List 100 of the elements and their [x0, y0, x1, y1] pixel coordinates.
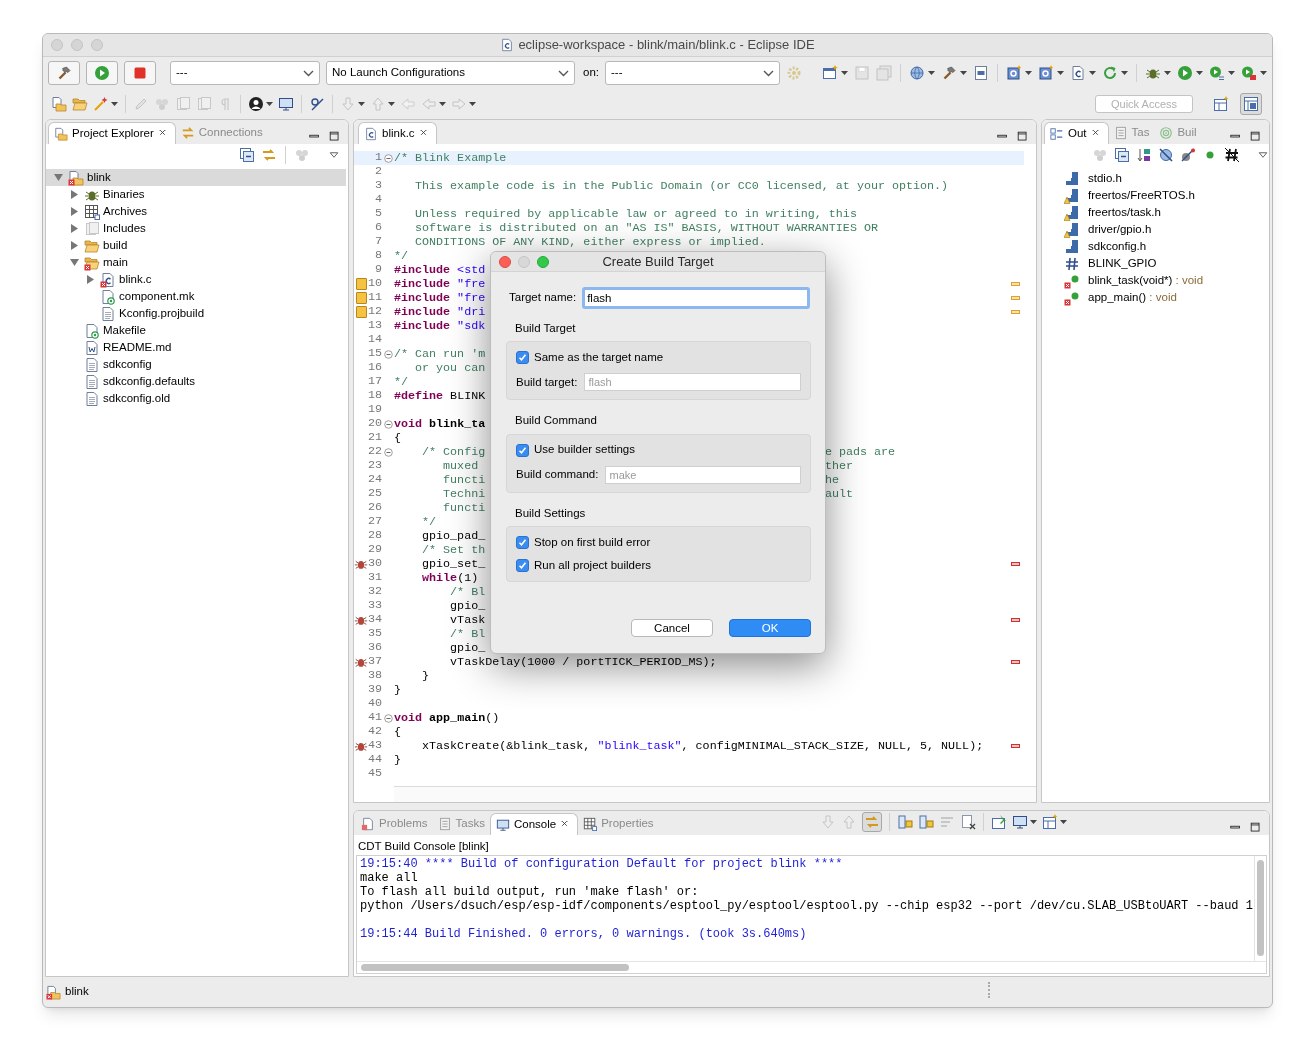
expander-icon[interactable] [54, 173, 63, 182]
tree-item[interactable]: Makefile [46, 322, 346, 339]
user-icon[interactable] [248, 96, 264, 112]
stop-button[interactable] [124, 61, 156, 85]
close-button[interactable] [499, 256, 511, 268]
checkbox[interactable] [516, 558, 529, 572]
clear-console-icon[interactable] [960, 814, 977, 830]
caret-icon[interactable] [388, 101, 395, 107]
build-button[interactable] [48, 61, 80, 85]
fold-icon[interactable] [383, 447, 393, 457]
caret-icon[interactable] [1025, 70, 1032, 76]
outline-item[interactable]: driver/gpio.h [1088, 220, 1152, 239]
scrollbar[interactable] [357, 961, 1266, 973]
collapse-all-icon[interactable] [239, 147, 255, 163]
outline-item[interactable]: freertos/task.h [1088, 203, 1161, 222]
caret-icon[interactable] [1057, 70, 1064, 76]
overview-marker[interactable] [1010, 282, 1020, 286]
checkbox[interactable] [516, 351, 529, 365]
caret-icon[interactable] [1121, 70, 1128, 76]
caret-icon[interactable] [111, 101, 118, 107]
new-console-icon[interactable] [1042, 814, 1059, 830]
hash-icon[interactable] [1224, 147, 1240, 163]
caret-icon[interactable] [841, 70, 848, 76]
tab[interactable]: Project Explorer [48, 122, 176, 144]
new-item-icon[interactable] [1006, 65, 1022, 81]
overview-marker[interactable] [1010, 660, 1020, 664]
chevron-icon[interactable] [763, 69, 774, 77]
maximize-icon[interactable] [1249, 821, 1263, 835]
tree-item[interactable]: main [46, 254, 346, 271]
fold-icon[interactable] [383, 419, 393, 429]
scroll-lock-icon[interactable] [897, 814, 914, 830]
tree-item[interactable]: Kconfig.projbuild [46, 305, 346, 322]
outline-item[interactable]: app_main() : void [1088, 288, 1177, 307]
outline-item[interactable]: blink_task(void*) : void [1088, 271, 1204, 290]
run-button[interactable] [86, 61, 118, 85]
fold-icon[interactable] [383, 713, 393, 723]
maximize-icon[interactable] [1016, 130, 1030, 144]
tree-item[interactable]: README.md [46, 339, 346, 356]
expander-icon[interactable] [70, 207, 79, 216]
tree-item[interactable]: Archives [46, 203, 346, 220]
maximize-icon[interactable] [1249, 130, 1263, 144]
tree-item[interactable]: blink [46, 169, 346, 186]
nodes-icon[interactable] [154, 96, 170, 112]
input-field[interactable]: flash [582, 287, 811, 309]
caret-icon[interactable] [1260, 70, 1267, 76]
file-icon[interactable] [973, 65, 989, 81]
new-window-icon[interactable] [822, 65, 838, 81]
expander-icon[interactable] [70, 224, 79, 233]
tab[interactable]: Out [1044, 122, 1109, 144]
dropdown[interactable]: --- [170, 61, 320, 85]
expander-icon[interactable] [70, 190, 79, 199]
caret-icon[interactable] [358, 101, 365, 107]
caret-icon[interactable] [928, 70, 935, 76]
tab[interactable]: blink.c [358, 122, 437, 144]
tab[interactable]: Console [490, 813, 579, 835]
maximize-icon[interactable] [328, 130, 342, 144]
dropdown[interactable]: No Launch Configurations [326, 61, 575, 85]
hide-fields-icon[interactable] [1158, 147, 1174, 163]
open-project-icon[interactable] [51, 96, 67, 112]
new-item-icon[interactable] [1038, 65, 1054, 81]
outline-item[interactable]: sdkconfig.h [1088, 237, 1147, 256]
globe-icon[interactable] [909, 65, 925, 81]
chevron-icon[interactable] [303, 69, 314, 77]
dropdown[interactable]: --- [605, 61, 780, 85]
overview-marker[interactable] [1010, 310, 1020, 314]
sort-icon[interactable] [1136, 147, 1152, 163]
caret-icon[interactable] [1164, 70, 1171, 76]
caret-icon[interactable] [1196, 70, 1203, 76]
tree-item[interactable]: blink.c [46, 271, 346, 288]
caret-icon[interactable] [960, 70, 967, 76]
checkbox[interactable] [516, 443, 529, 457]
overview-marker[interactable] [1010, 744, 1020, 748]
dialog-button[interactable]: Cancel [631, 619, 713, 637]
monitor-icon[interactable] [1012, 814, 1029, 830]
tree-item[interactable]: component.mk [46, 288, 346, 305]
run-stop-icon[interactable] [1241, 65, 1257, 81]
tree-item[interactable]: Includes [46, 220, 346, 237]
overview-marker[interactable] [1010, 562, 1020, 566]
nodes-icon[interactable] [1092, 147, 1108, 163]
overview-marker[interactable] [1010, 296, 1020, 300]
tree-item[interactable]: sdkconfig.defaults [46, 373, 346, 390]
monitor-icon[interactable] [278, 96, 294, 112]
caret-icon[interactable] [266, 101, 273, 107]
caret-icon[interactable] [469, 101, 476, 107]
expander-icon[interactable] [70, 258, 79, 267]
tree-item[interactable]: Binaries [46, 186, 346, 203]
nodes-icon[interactable] [294, 147, 310, 163]
chevron-icon[interactable] [558, 69, 569, 77]
caret-icon[interactable] [1060, 819, 1068, 825]
hammer-icon[interactable] [941, 65, 957, 81]
perspective-button[interactable] [1240, 93, 1262, 115]
expander-icon[interactable] [70, 241, 79, 250]
caret-icon[interactable] [1089, 70, 1096, 76]
checkbox[interactable] [516, 535, 529, 549]
caret-icon[interactable] [1030, 819, 1038, 825]
wand-icon[interactable] [93, 96, 109, 112]
caret-icon[interactable] [439, 101, 446, 107]
view-menu-icon[interactable] [328, 149, 340, 161]
outline-item[interactable]: stdio.h [1088, 169, 1122, 188]
scrollbar[interactable] [1254, 856, 1266, 961]
